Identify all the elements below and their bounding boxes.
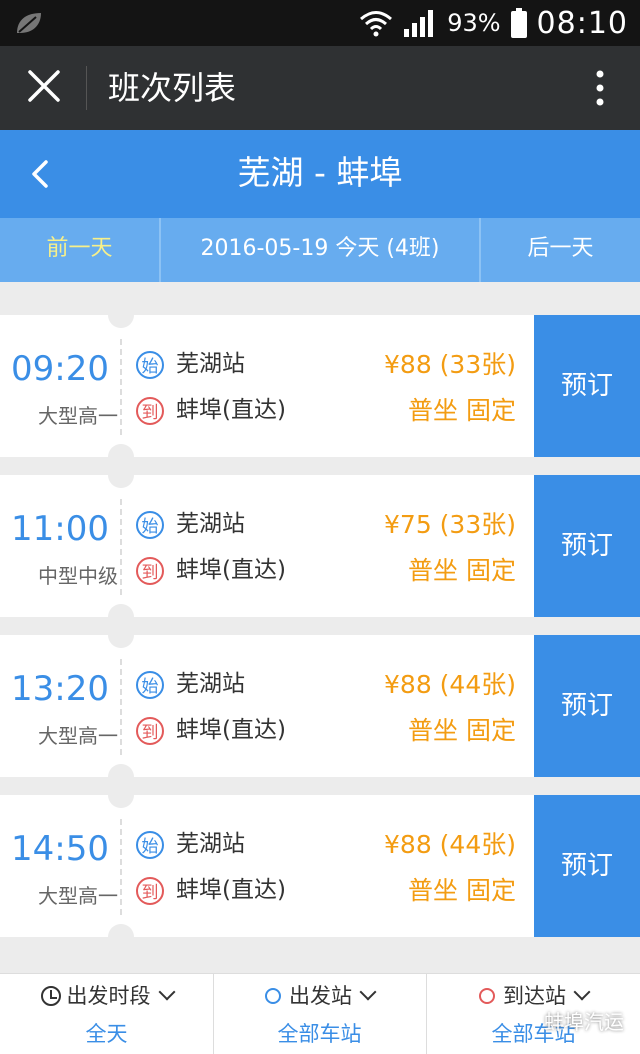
chevron-down-icon [359,983,377,1001]
close-icon[interactable] [22,64,66,108]
time-filter-label: 出发时段 [0,982,213,1010]
ticket-price: ¥88 (33张) [384,350,516,379]
wifi-icon [360,11,393,37]
trip-card[interactable]: 09:20 大型高一 始 芜湖站 到 蚌埠(直达) ¥88 (33张) 普坐 固… [0,302,640,470]
ticket-price: ¥75 (33张) [384,510,516,539]
dashed-divider [120,659,122,755]
bus-type: 大型高一 [38,884,118,908]
battery-icon [510,8,527,38]
time-filter-value: 全天 [85,1022,128,1046]
time-filter[interactable]: 出发时段 全天 [0,974,214,1054]
dashed-divider [120,499,122,595]
dashed-divider [120,339,122,435]
leaf-icon [17,13,41,33]
status-bar: 93% 08:10 [0,0,640,46]
ticket-price: ¥88 (44张) [384,830,516,859]
chevron-down-icon [573,983,591,1001]
seat-info: 普坐 固定 [408,556,516,585]
start-badge: 始 [136,831,164,859]
ticket-notch [108,622,134,648]
departure-station-filter[interactable]: 出发站 全部车站 [213,974,427,1054]
current-date: 2016-05-19 今天 (4班) [161,218,481,282]
ticket-notch [108,782,134,808]
departure-filter-value: 全部车站 [277,1022,362,1046]
trip-card[interactable]: 11:00 中型中级 始 芜湖站 到 蚌埠(直达) ¥75 (33张) 普坐 固… [0,462,640,630]
chevron-down-icon [158,983,175,1001]
from-station: 芜湖站 [176,671,245,697]
clock-time: 08:10 [536,5,628,41]
next-day-button[interactable]: 后一天 [481,218,640,282]
seat-info: 普坐 固定 [408,876,516,905]
app-bar: 班次列表 [0,46,640,130]
book-button[interactable]: 预订 [534,475,640,617]
departure-ring-icon [265,988,281,1004]
start-badge: 始 [136,351,164,379]
arrive-badge: 到 [136,717,164,745]
clock-icon [40,986,61,1006]
from-station: 芜湖站 [176,511,245,537]
seat-info: 普坐 固定 [408,716,516,745]
ticket-price: ¥88 (44张) [384,670,516,699]
dashed-divider [120,819,122,915]
from-station: 芜湖站 [176,351,245,377]
start-badge: 始 [136,511,164,539]
divider [86,66,87,110]
departure-time: 11:00 [11,509,109,549]
book-button[interactable]: 预订 [534,795,640,937]
book-button[interactable]: 预订 [534,635,640,777]
battery-percent: 93% [447,9,501,37]
route-header: 芜湖 - 蚌埠 [0,130,640,218]
to-station: 蚌埠(直达) [176,557,286,583]
departure-time: 14:50 [11,829,109,869]
route-title: 芜湖 - 蚌埠 [237,153,403,192]
bus-type: 大型高一 [38,724,118,748]
trip-card[interactable]: 14:50 大型高一 始 芜湖站 到 蚌埠(直达) ¥88 (44张) 普坐 固… [0,782,640,950]
to-station: 蚌埠(直达) [176,877,286,903]
date-selector: 前一天 2016-05-19 今天 (4班) 后一天 [0,218,640,282]
seat-info: 普坐 固定 [408,396,516,425]
prev-day-button[interactable]: 前一天 [0,218,161,282]
arrival-ring-icon [479,988,495,1004]
start-badge: 始 [136,671,164,699]
to-station: 蚌埠(直达) [176,397,286,423]
trip-card[interactable]: 13:20 大型高一 始 芜湖站 到 蚌埠(直达) ¥88 (44张) 普坐 固… [0,622,640,790]
watermark: 蚌埠汽运 [544,1010,624,1034]
ticket-notch [108,302,134,328]
arrive-badge: 到 [136,877,164,905]
book-button[interactable]: 预订 [534,315,640,457]
arrive-badge: 到 [136,557,164,585]
to-station: 蚌埠(直达) [176,717,286,743]
departure-time: 09:20 [11,349,109,389]
from-station: 芜湖站 [176,831,245,857]
bus-type: 大型高一 [38,404,118,428]
ticket-notch [108,462,134,488]
page-title: 班次列表 [108,69,237,107]
bus-type: 中型中级 [38,564,118,588]
signal-icon [404,10,434,37]
departure-filter-label: 出发站 [213,982,426,1010]
ticket-notch [108,924,134,950]
more-options-icon[interactable] [590,68,610,108]
departure-time: 13:20 [11,669,109,709]
arrive-badge: 到 [136,397,164,425]
